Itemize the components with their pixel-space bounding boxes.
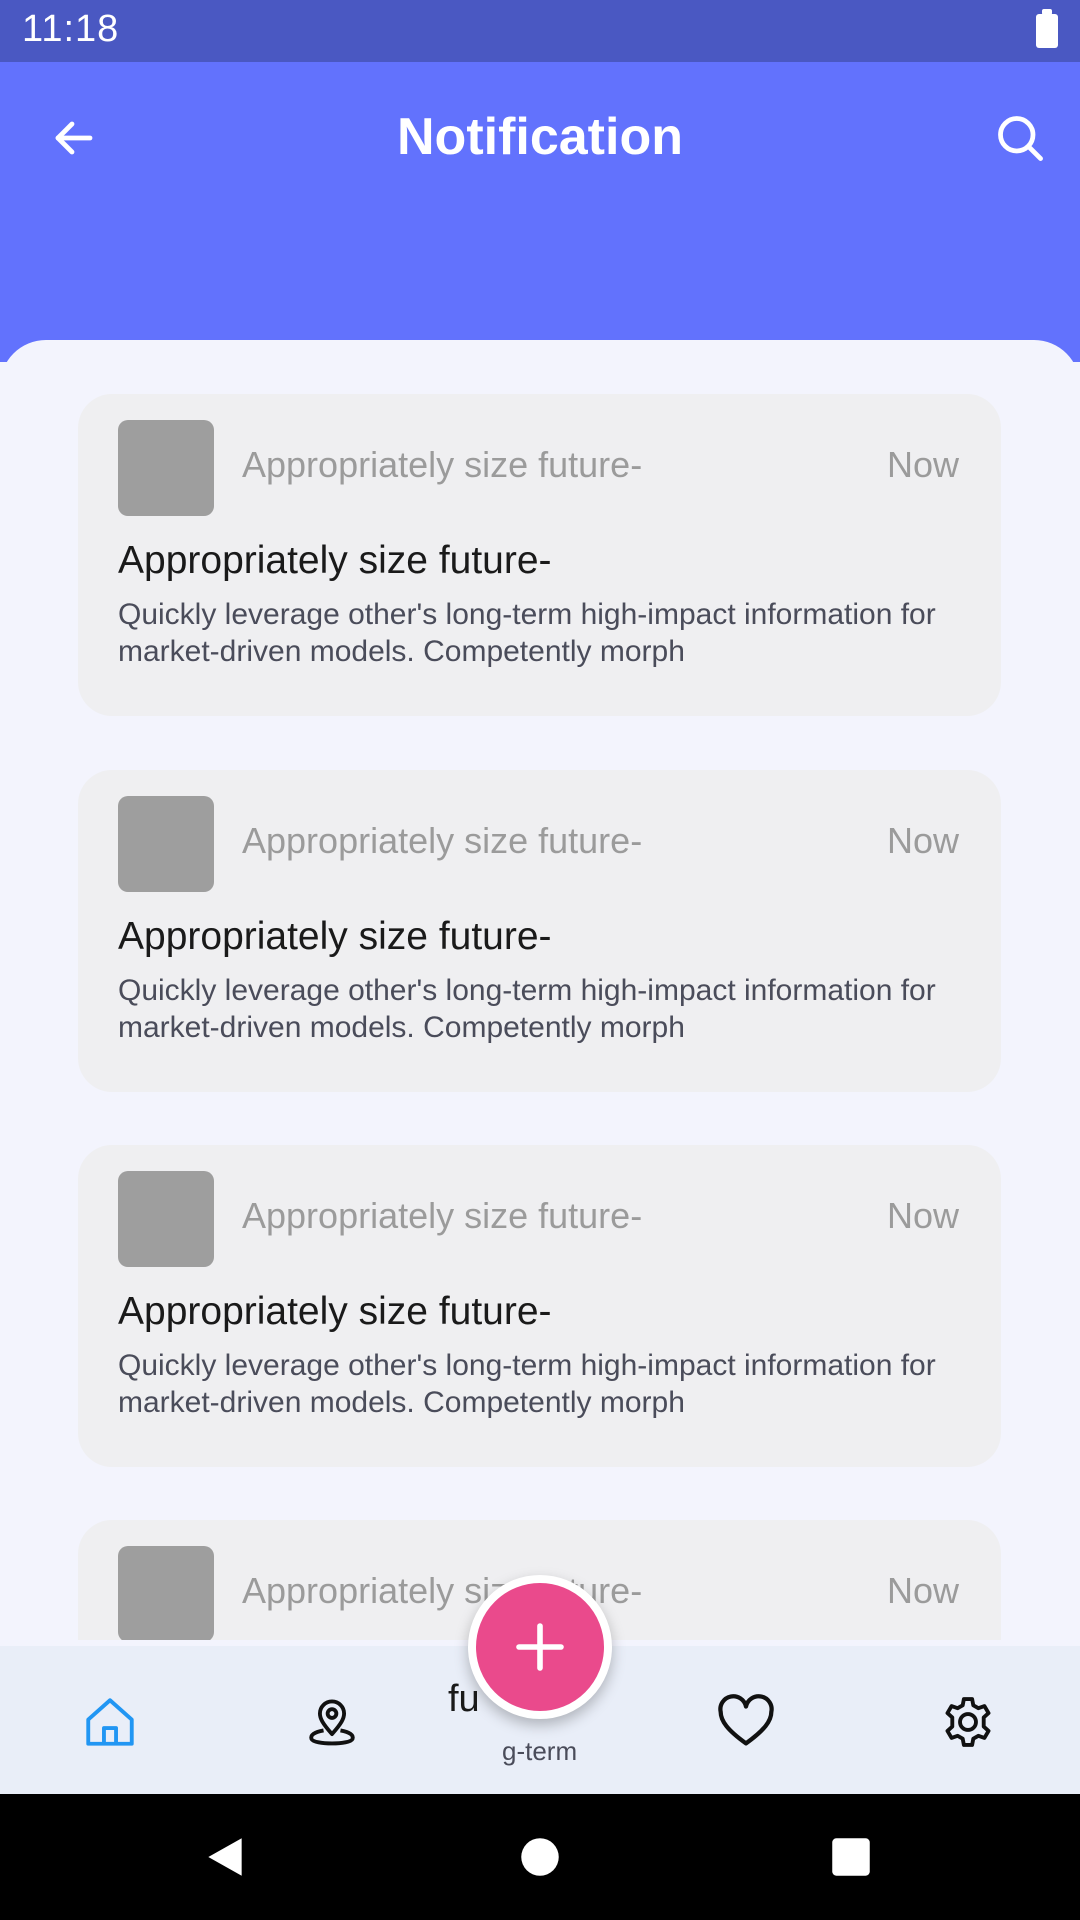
- plus-icon: [516, 1623, 564, 1671]
- notification-card[interactable]: Appropriately size future- Now Appropria…: [78, 1145, 1001, 1467]
- search-icon: [998, 116, 1043, 161]
- notification-card[interactable]: Appropriately size future- Now Appropria…: [78, 394, 1001, 716]
- notification-title: Appropriately size future-: [118, 539, 552, 582]
- notification-time: Now: [886, 444, 959, 485]
- battery-icon: [1036, 9, 1058, 48]
- notification-time: Now: [886, 1195, 959, 1236]
- gear-icon: [945, 1697, 991, 1747]
- nav-favorites[interactable]: [706, 1682, 786, 1762]
- back-triangle-icon[interactable]: [200, 1832, 250, 1882]
- nav-home[interactable]: [70, 1682, 150, 1762]
- notification-thumbnail: [118, 1546, 214, 1640]
- location-pin-icon: [309, 1699, 355, 1746]
- notification-title: Appropriately size future-: [118, 1290, 552, 1333]
- peek-card-title: fu: [448, 1678, 480, 1720]
- system-nav-bar: [0, 1794, 1080, 1920]
- notification-card[interactable]: Appropriately size future- Now Appropria…: [78, 770, 1001, 1092]
- heart-icon: [718, 1694, 774, 1746]
- notification-subtitle: Appropriately size future-: [242, 820, 643, 861]
- page-title: Notification: [397, 108, 683, 166]
- nav-settings[interactable]: [928, 1682, 1008, 1762]
- add-fab-button[interactable]: [468, 1575, 612, 1719]
- notification-thumbnail: [118, 420, 214, 516]
- notification-subtitle: Appropriately size future-: [242, 1195, 643, 1236]
- peek-card-body: g-term: [502, 1736, 578, 1766]
- notification-list[interactable]: Appropriately size future- Now Appropria…: [0, 340, 1080, 1640]
- recents-square-icon[interactable]: [826, 1832, 876, 1882]
- notification-title: Appropriately size future-: [118, 915, 552, 958]
- home-circle-icon[interactable]: [515, 1832, 565, 1882]
- app-bar: Notification: [0, 62, 1080, 362]
- notification-thumbnail: [118, 796, 214, 892]
- notification-thumbnail: [118, 1171, 214, 1267]
- notification-time: Now: [886, 1570, 959, 1611]
- notification-body: Quickly leverage other's long-term high-…: [118, 1349, 936, 1419]
- home-icon: [86, 1698, 134, 1746]
- nav-location[interactable]: [292, 1682, 372, 1762]
- status-time: 11:18: [22, 8, 120, 50]
- search-button[interactable]: [980, 98, 1060, 178]
- notification-body: Quickly leverage other's long-term high-…: [118, 598, 936, 668]
- notification-subtitle: Appropriately size future-: [242, 444, 643, 485]
- status-bar: 11:18: [0, 0, 1080, 62]
- notification-body: Quickly leverage other's long-term high-…: [118, 974, 936, 1044]
- notification-time: Now: [886, 820, 959, 861]
